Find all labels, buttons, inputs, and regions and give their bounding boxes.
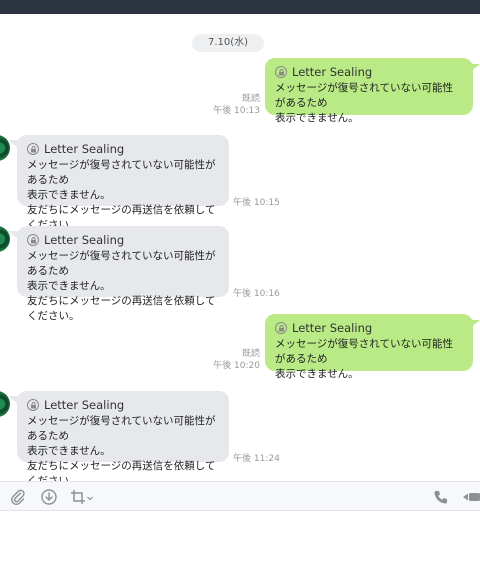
message-time: 午後 10:20 bbox=[213, 361, 260, 371]
avatar[interactable] bbox=[0, 226, 10, 252]
read-receipt: 既読 bbox=[241, 94, 260, 104]
message-title: Letter Sealing bbox=[44, 233, 125, 247]
chat-area[interactable]: 7.10(水) 既読 午後 10:13 Letter Sealing メッセージ… bbox=[0, 14, 480, 481]
message-text: メッセージが復号されていない可能性があるため 表示できません。 友だちにメッセー… bbox=[27, 415, 216, 481]
date-separator: 7.10(水) bbox=[192, 34, 264, 52]
message-title: Letter Sealing bbox=[44, 142, 125, 156]
message-meta: 既読 午後 10:20 bbox=[196, 348, 260, 372]
outgoing-message-bubble[interactable]: Letter Sealing メッセージが復号されていない可能性があるため 表示… bbox=[265, 314, 473, 380]
crop-icon[interactable] bbox=[69, 488, 87, 506]
avatar[interactable] bbox=[0, 391, 10, 417]
message-text: メッセージが復号されていない可能性があるため 表示できません。 友だちにメッセー… bbox=[27, 250, 216, 322]
message-title: Letter Sealing bbox=[292, 65, 373, 79]
lock-icon bbox=[27, 399, 39, 411]
input-toolbar bbox=[0, 481, 480, 511]
lock-icon bbox=[27, 234, 39, 246]
lock-icon bbox=[27, 143, 39, 155]
message-text: メッセージが復号されていない可能性があるため 表示できません。 友だちにメッセー… bbox=[27, 159, 216, 231]
message-time: 午後 10:15 bbox=[233, 198, 280, 208]
window-top-bar bbox=[0, 0, 480, 14]
paperclip-icon[interactable] bbox=[9, 488, 27, 506]
bubble-tail bbox=[470, 64, 480, 72]
message-time: 午後 10:16 bbox=[233, 289, 280, 299]
message-text: メッセージが復号されていない可能性があるため 表示できません。 bbox=[275, 338, 453, 380]
avatar[interactable] bbox=[0, 135, 10, 161]
incoming-message-bubble[interactable]: Letter Sealing メッセージが復号されていない可能性があるため 表示… bbox=[17, 135, 229, 231]
video-icon[interactable] bbox=[461, 488, 480, 506]
message-title: Letter Sealing bbox=[292, 321, 373, 335]
phone-icon[interactable] bbox=[432, 488, 450, 506]
incoming-message-bubble[interactable]: Letter Sealing メッセージが復号されていない可能性があるため 表示… bbox=[17, 226, 229, 322]
message-time: 午後 11:24 bbox=[233, 454, 280, 464]
chevron-down-icon[interactable] bbox=[86, 488, 94, 506]
incoming-message-bubble[interactable]: Letter Sealing メッセージが復号されていない可能性があるため 表示… bbox=[17, 391, 229, 481]
message-meta: 既読 午後 10:13 bbox=[196, 93, 260, 117]
bubble-tail bbox=[470, 320, 480, 328]
message-text: メッセージが復号されていない可能性があるため 表示できません。 bbox=[275, 82, 453, 124]
outgoing-message-bubble[interactable]: Letter Sealing メッセージが復号されていない可能性があるため 表示… bbox=[265, 58, 473, 124]
read-receipt: 既読 bbox=[241, 349, 260, 359]
message-time: 午後 10:13 bbox=[213, 106, 260, 116]
lock-icon bbox=[275, 66, 287, 78]
lock-icon bbox=[275, 322, 287, 334]
message-input-area[interactable] bbox=[0, 511, 480, 566]
download-icon[interactable] bbox=[40, 488, 58, 506]
message-title: Letter Sealing bbox=[44, 398, 125, 412]
